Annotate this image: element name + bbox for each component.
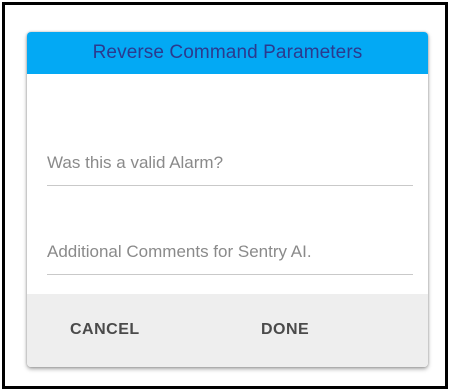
reverse-command-dialog: Reverse Command Parameters CANCEL DONE <box>27 32 428 367</box>
screenshot-frame: Reverse Command Parameters CANCEL DONE <box>2 2 448 389</box>
done-button[interactable]: DONE <box>253 314 317 346</box>
additional-comments-input[interactable] <box>47 236 413 275</box>
valid-alarm-input[interactable] <box>47 147 413 186</box>
cancel-button[interactable]: CANCEL <box>62 314 148 346</box>
dialog-title: Reverse Command Parameters <box>27 32 428 74</box>
dialog-actions: CANCEL DONE <box>27 294 428 367</box>
